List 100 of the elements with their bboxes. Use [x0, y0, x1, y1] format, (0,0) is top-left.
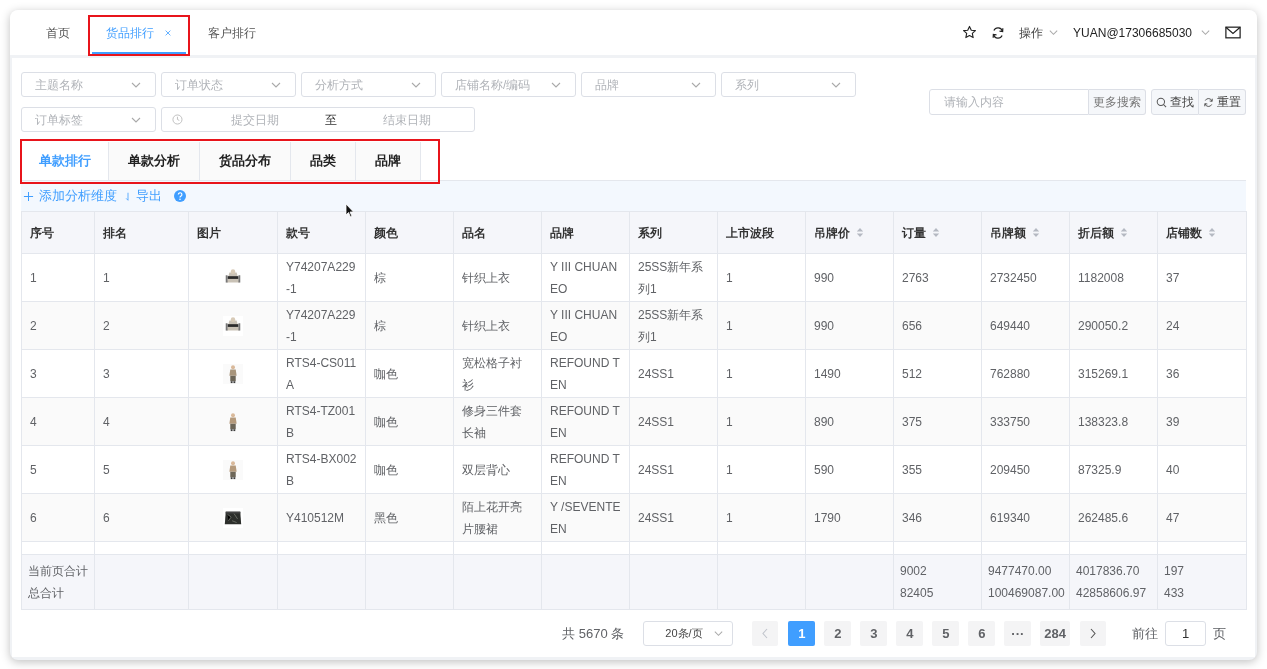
page-button[interactable]: 284 — [1040, 621, 1070, 646]
help-icon[interactable] — [174, 190, 186, 202]
table-cell: 138323.8 — [1078, 414, 1129, 429]
table-cell: 3 — [103, 366, 110, 381]
chevron-down-icon — [713, 628, 725, 639]
clock-icon — [172, 114, 183, 125]
sort-icon[interactable] — [932, 227, 940, 238]
table-cell: RTS4-CS011A — [286, 355, 357, 392]
summary-cell-text: 82405 — [900, 585, 934, 602]
search-button[interactable]: 查找 — [1151, 89, 1199, 115]
sort-icon[interactable] — [1032, 227, 1040, 238]
page-button[interactable]: 6 — [968, 621, 996, 646]
table-cell: 990 — [814, 318, 835, 333]
column-header[interactable]: 店铺数 — [1157, 211, 1247, 254]
refresh-icon[interactable] — [991, 25, 1006, 40]
table-cell: 棕 — [374, 318, 386, 333]
table-cell: 333750 — [990, 414, 1031, 429]
sort-icon[interactable] — [1208, 227, 1216, 238]
summary-cell-text: 42858606.97 — [1076, 585, 1147, 602]
table-cell: RTS4-BX002B — [286, 451, 357, 488]
page-tab[interactable]: 首页 — [32, 10, 84, 55]
page-button[interactable]: 2 — [824, 621, 852, 646]
table-cell: 4 — [103, 414, 110, 429]
table-cell: 5 — [103, 462, 110, 477]
table-cell: Y /SEVENTEEN — [550, 499, 621, 536]
table-cell: 346 — [902, 510, 923, 525]
previous-page-button[interactable] — [752, 621, 779, 646]
table-cell: 375 — [902, 414, 923, 429]
plus-icon — [23, 190, 34, 202]
table-cell: 3 — [30, 366, 37, 381]
analysis-tab[interactable]: 品类 — [291, 142, 356, 180]
table-cell: 24 — [1166, 318, 1180, 333]
column-header[interactable]: 吊牌额 — [981, 211, 1070, 254]
table-cell: 512 — [902, 366, 923, 381]
table-cell: 双层背心 — [462, 462, 510, 477]
page-button[interactable]: 5 — [932, 621, 960, 646]
table-cell: 1 — [726, 462, 733, 477]
date-range-field[interactable]: 提交日期 至 结束日期 — [161, 107, 475, 132]
table-cell: 590 — [814, 462, 835, 477]
table-cell: 黑色 — [374, 510, 398, 525]
table-cell: 4 — [30, 414, 37, 429]
total-count: 共 5670 条 — [562, 624, 625, 643]
sort-icon[interactable] — [1120, 227, 1128, 238]
chevron-down-icon — [1048, 27, 1060, 38]
table-cell: 6 — [30, 510, 37, 525]
reset-button[interactable]: 重置 — [1199, 89, 1246, 115]
star-icon[interactable] — [962, 25, 978, 40]
column-header[interactable]: 订量 — [893, 211, 982, 254]
table-cell: 24SS1 — [638, 414, 675, 429]
summary-cell-text: 433 — [1164, 585, 1185, 602]
next-page-button[interactable] — [1080, 621, 1106, 646]
table-cell: REFOUND TEN — [550, 403, 620, 440]
page-number-field[interactable]: 1 — [1165, 621, 1206, 646]
close-icon[interactable] — [164, 28, 172, 37]
column-header: 上市波段 — [717, 211, 806, 254]
user-menu[interactable]: YUAN@17306685030 — [1073, 23, 1192, 42]
more-search-button[interactable]: 更多搜索 — [1089, 89, 1146, 115]
table-cell: 25SS新年系列1 — [638, 307, 704, 344]
table-cell: 咖色 — [374, 414, 398, 429]
column-header: 系列 — [629, 211, 718, 254]
table-cell: 修身三件套长袖 — [462, 403, 522, 440]
table-cell: RTS4-TZ001B — [286, 403, 356, 440]
column-header: 图片 — [188, 211, 278, 254]
sort-icon[interactable] — [856, 227, 864, 238]
table-cell: 24SS1 — [638, 510, 675, 525]
page-tab[interactable]: 货品排行 — [92, 10, 186, 55]
table-cell: 1 — [726, 318, 733, 333]
page-button[interactable]: ··· — [1004, 621, 1032, 646]
table-cell: 1 — [30, 270, 37, 285]
refresh-icon — [1203, 96, 1214, 108]
analysis-tab[interactable]: 品牌 — [356, 142, 421, 180]
page-tab[interactable]: 客户排行 — [194, 10, 270, 55]
page-button[interactable]: 4 — [896, 621, 924, 646]
column-header[interactable]: 吊牌价 — [805, 211, 894, 254]
table-cell: Y410512M — [286, 510, 345, 525]
table-cell: 1790 — [814, 510, 841, 525]
table-cell: REFOUND TEN — [550, 451, 620, 488]
table-cell: 290050.2 — [1078, 318, 1129, 333]
column-header[interactable]: 折后额 — [1069, 211, 1158, 254]
table-cell: 890 — [814, 414, 835, 429]
actions-menu[interactable]: 操作 — [1019, 23, 1044, 42]
table-cell: 咖色 — [374, 366, 398, 381]
analysis-tab[interactable]: 货品分布 — [200, 142, 291, 180]
page-suffix: 页 — [1213, 624, 1226, 643]
table-cell: Y74207A229-1 — [286, 259, 356, 296]
page-size-select[interactable]: 20条/页 — [643, 621, 734, 646]
table-cell: 陌上花开亮片腰裙 — [462, 499, 522, 536]
table-cell: 619340 — [990, 510, 1031, 525]
column-header: 品牌 — [541, 211, 630, 254]
table-cell: 24SS1 — [638, 366, 675, 381]
mail-icon[interactable] — [1225, 26, 1241, 39]
summary-cell-text: 197 — [1164, 563, 1185, 580]
table-cell: 宽松格子衬衫 — [462, 355, 522, 392]
table-cell: 39 — [1166, 414, 1180, 429]
down-arrow-icon — [125, 190, 131, 202]
search-field[interactable]: 请输入内容 — [929, 89, 1089, 115]
analysis-tab[interactable]: 单款分析 — [109, 142, 200, 180]
table-cell: 1490 — [814, 366, 841, 381]
page-button[interactable]: 3 — [860, 621, 888, 646]
table-cell: 37 — [1166, 270, 1180, 285]
